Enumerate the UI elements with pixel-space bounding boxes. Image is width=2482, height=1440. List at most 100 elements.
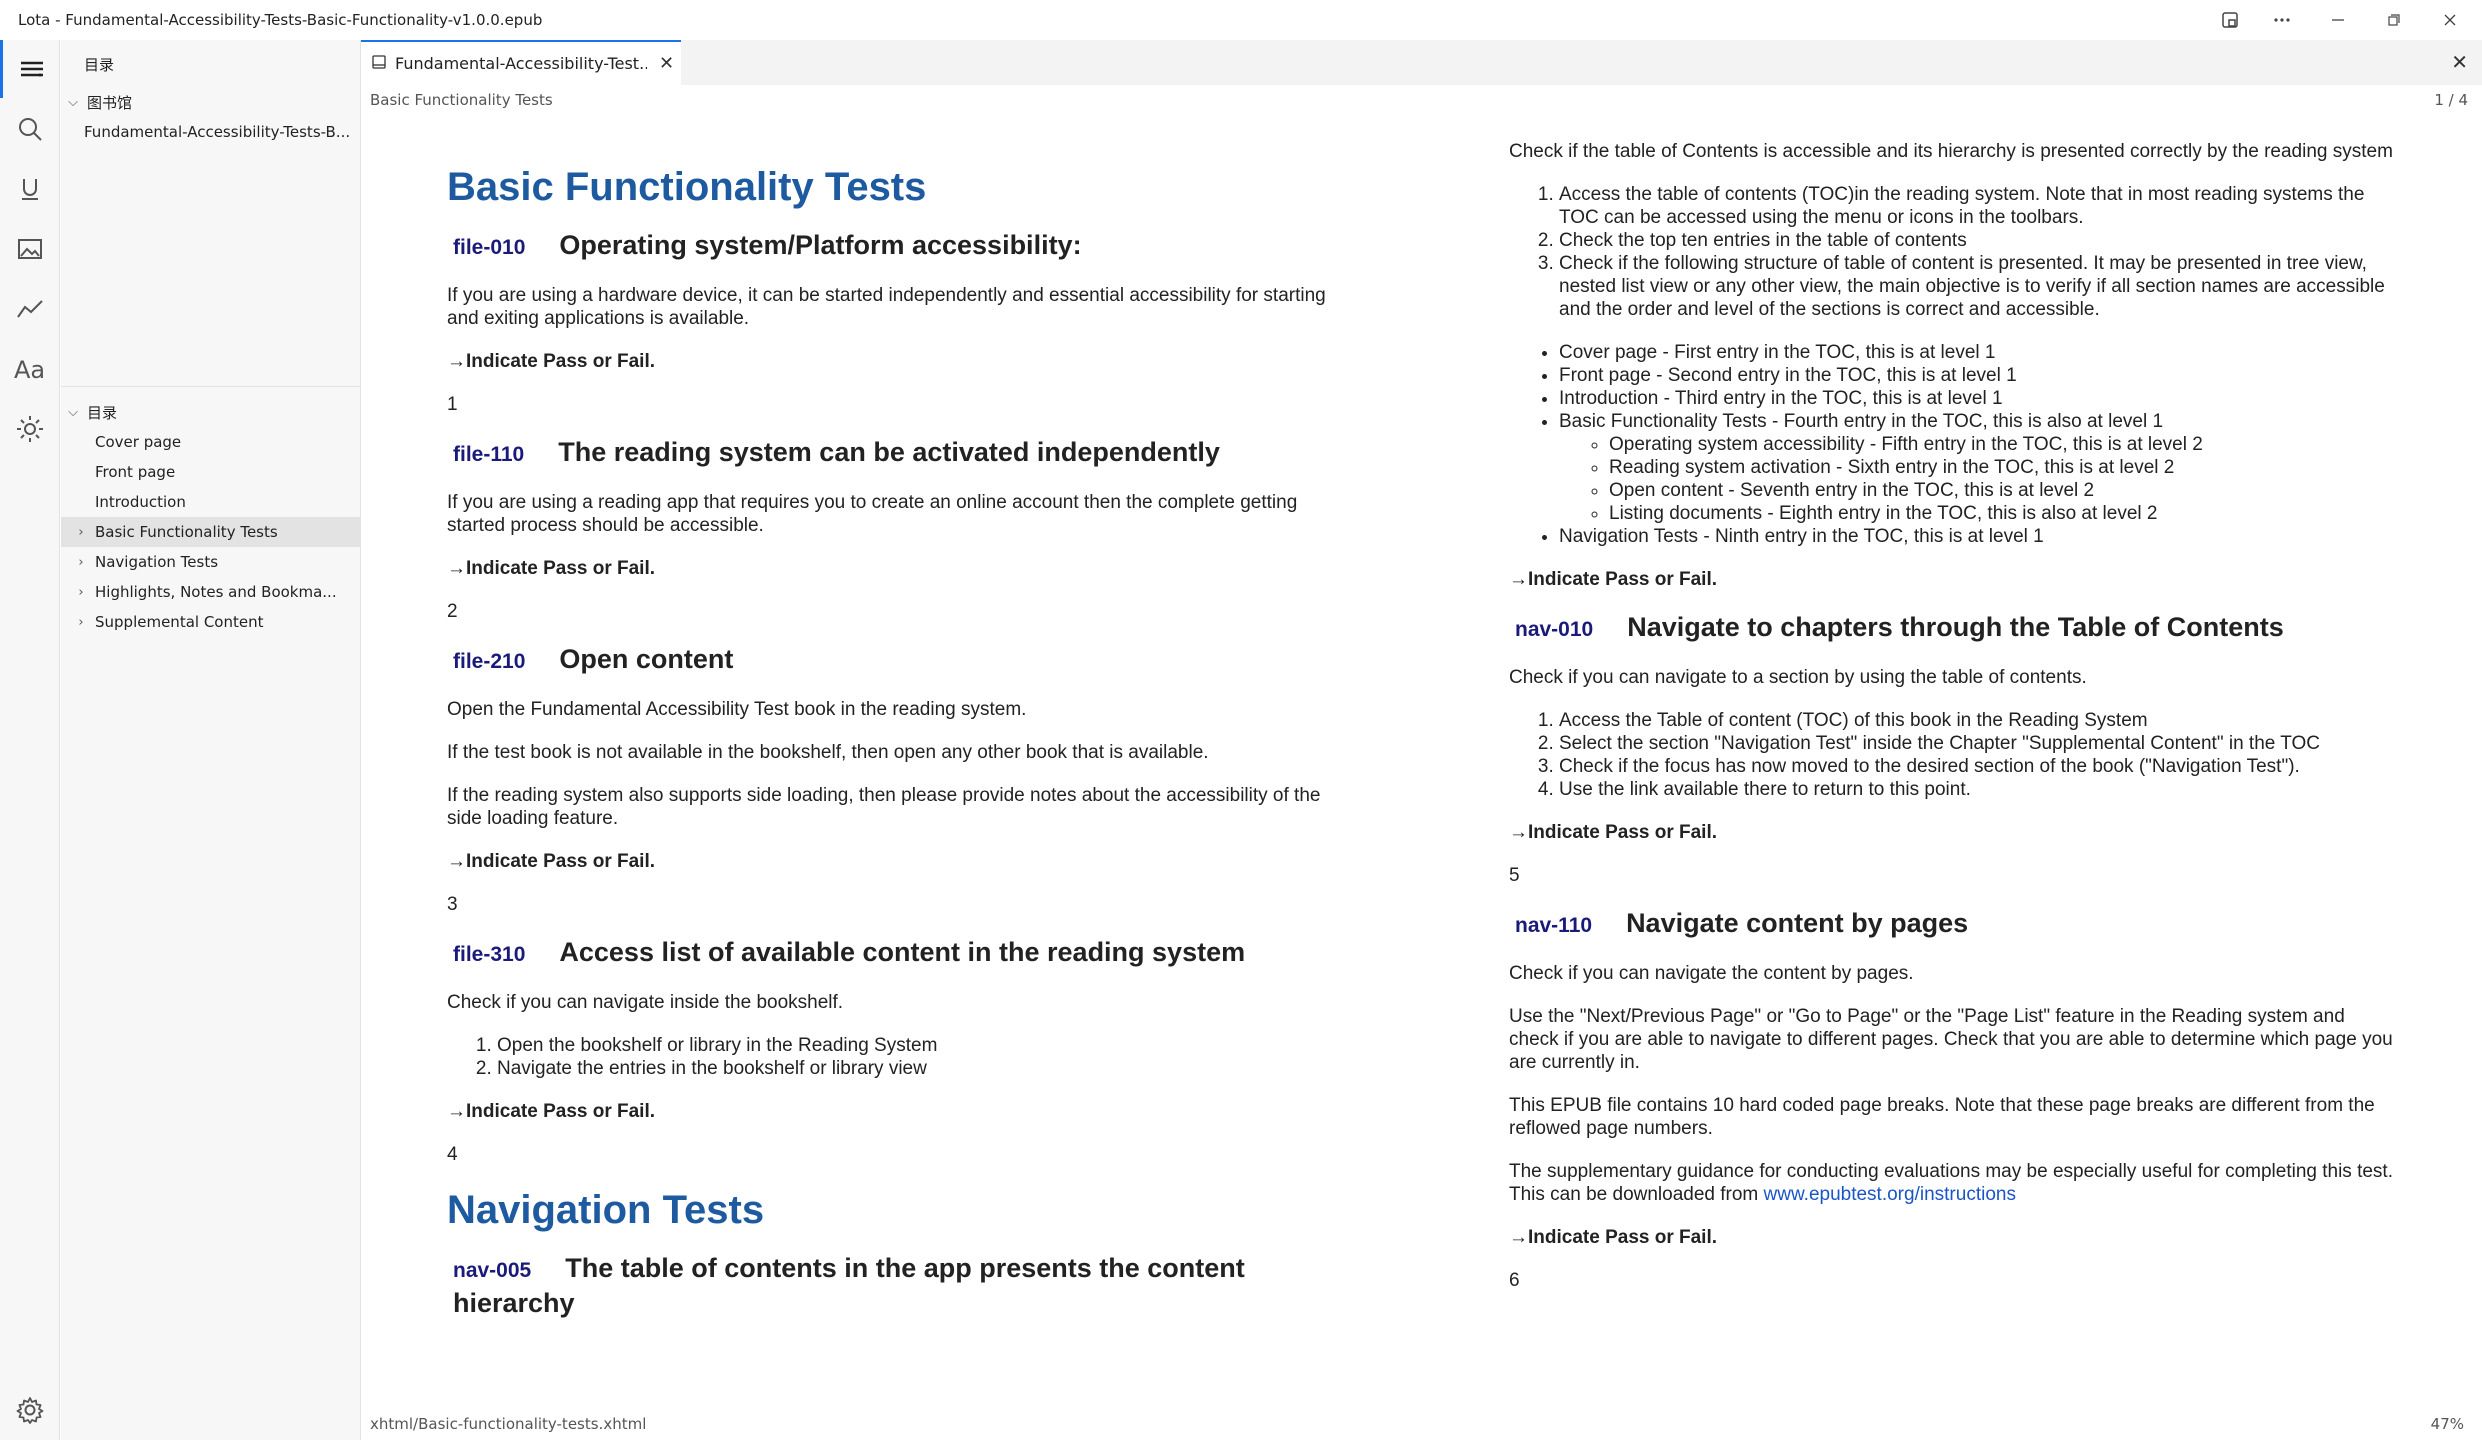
more-icon[interactable] <box>2262 6 2302 34</box>
library-label: 图书馆 <box>87 93 133 112</box>
left-page: Basic Functionality Tests file-010 Operat… <box>447 155 1337 1339</box>
section-title: Navigate content by pages <box>1626 908 1969 938</box>
toc-item-highlights[interactable]: › Highlights, Notes and Bookma... <box>61 577 360 607</box>
paragraph: Check if you can navigate inside the boo… <box>447 992 844 1013</box>
close-window-icon[interactable] <box>2430 6 2470 34</box>
underline-icon[interactable] <box>0 160 60 218</box>
list-item: Access the table of contents (TOC)in the… <box>1559 183 2399 229</box>
test-code: file-110 <box>453 443 525 466</box>
toc-section[interactable]: ⌵ 目录 <box>61 397 360 427</box>
section-heading: file-010 Operating system/Platform access… <box>453 229 1337 264</box>
right-page: Check if the table of Contents is access… <box>1509 140 2399 1312</box>
section-heading: file-110 The reading system can be activa… <box>453 436 1337 471</box>
paragraph: This EPUB file contains 10 hard coded pa… <box>1509 1095 2375 1139</box>
status-zoom: 47% <box>2430 1415 2464 1433</box>
section-title: The table of contents in the app present… <box>453 1253 1245 1318</box>
paragraph: Open the Fundamental Accessibility Test … <box>447 699 1027 720</box>
theme-icon[interactable] <box>0 400 60 458</box>
list-item: Open content - Seventh entry in the TOC,… <box>1609 479 2399 502</box>
pass-fail-prompt: →Indicate Pass or Fail. <box>447 1101 656 1122</box>
library-section[interactable]: ⌵ 图书馆 <box>61 87 360 117</box>
section-heading: nav-005 The table of contents in the app … <box>453 1252 1337 1319</box>
section-title: Operating system/Platform accessibility: <box>559 230 1082 260</box>
test-code: file-210 <box>453 650 526 673</box>
list-item: Basic Functionality Tests - Fourth entry… <box>1559 410 2399 525</box>
list-item: Select the section "Navigation Test" ins… <box>1559 732 2399 755</box>
chapter-heading: Navigation Tests <box>447 1188 765 1232</box>
chapter-heading: Basic Functionality Tests <box>447 165 927 209</box>
tab-bar: Fundamental-Accessibility-Test... ✕ ✕ <box>361 40 2482 85</box>
statistics-icon[interactable] <box>0 280 60 338</box>
tab-close-icon[interactable]: ✕ <box>659 53 674 74</box>
list-item: Check if the following structure of tabl… <box>1559 252 2399 321</box>
pass-fail-prompt: →Indicate Pass or Fail. <box>447 351 656 372</box>
toc-item-label: Introduction <box>95 493 186 511</box>
toc-item-label: Supplemental Content <box>95 613 264 631</box>
list-item: Check the top ten entries in the table o… <box>1559 229 2399 252</box>
title-bar: Lota - Fundamental-Accessibility-Tests-B… <box>0 0 2482 40</box>
library-item-label: Fundamental-Accessibility-Tests-B... <box>84 123 351 141</box>
typography-icon[interactable]: Aa <box>0 340 60 398</box>
section-heading: nav-010 Navigate to chapters through the … <box>1515 611 2399 646</box>
toc-icon[interactable] <box>0 40 60 98</box>
activity-bar: Aa <box>0 40 60 1440</box>
image-icon[interactable] <box>0 220 60 278</box>
paragraph: Check if you can navigate the content by… <box>1509 963 1914 984</box>
breadcrumb: Basic Functionality Tests <box>370 91 553 109</box>
restore-icon[interactable] <box>2374 6 2414 34</box>
list-item: Reading system activation - Sixth entry … <box>1609 456 2399 479</box>
chevron-right-icon: › <box>78 554 84 570</box>
svg-text:Aa: Aa <box>14 356 45 383</box>
test-code: nav-110 <box>1515 914 1593 937</box>
steps-list: Access the Table of content (TOC) of thi… <box>1509 709 2399 801</box>
list-item: Navigate the entries in the bookshelf or… <box>497 1057 1337 1080</box>
tablet-mode-icon[interactable] <box>2210 6 2250 34</box>
section-title: Access list of available content in the … <box>559 937 1246 967</box>
chevron-right-icon: › <box>78 614 84 630</box>
instructions-link[interactable]: www.epubtest.org/instructions <box>1764 1184 2016 1205</box>
tab-book[interactable]: Fundamental-Accessibility-Test... ✕ <box>361 40 681 85</box>
close-editor-icon[interactable]: ✕ <box>2451 50 2468 74</box>
minimize-icon[interactable] <box>2318 6 2358 34</box>
page-count: 1 / 4 <box>2434 91 2468 109</box>
steps-list: Access the table of contents (TOC)in the… <box>1509 183 2399 321</box>
page-number: 2 <box>447 601 458 622</box>
library-item[interactable]: Fundamental-Accessibility-Tests-B... <box>61 117 360 147</box>
window-title: Lota - Fundamental-Accessibility-Tests-B… <box>18 11 543 29</box>
paragraph: The supplementary guidance for conductin… <box>1509 1160 2399 1206</box>
section-heading: file-310 Access list of available content… <box>453 936 1337 971</box>
pass-fail-prompt: →Indicate Pass or Fail. <box>1509 822 1718 843</box>
toc-item-introduction[interactable]: Introduction <box>61 487 360 517</box>
toc-item-basic-functionality[interactable]: › Basic Functionality Tests <box>61 517 360 547</box>
test-code: nav-010 <box>1515 618 1594 641</box>
toc-item-label: Basic Functionality Tests <box>95 523 278 541</box>
test-code: file-310 <box>453 943 526 966</box>
tab-label: Fundamental-Accessibility-Test... <box>395 54 647 73</box>
section-title: The reading system can be activated inde… <box>558 437 1220 467</box>
chevron-right-icon: › <box>78 584 84 600</box>
settings-gear-icon[interactable] <box>0 1380 60 1440</box>
chevron-right-icon: › <box>78 524 84 540</box>
pass-fail-prompt: →Indicate Pass or Fail. <box>1509 569 1718 590</box>
toc-label: 目录 <box>87 403 118 422</box>
search-icon[interactable] <box>0 100 60 158</box>
section-title: Open content <box>559 644 734 674</box>
toc-item-supplemental[interactable]: › Supplemental Content <box>61 607 360 637</box>
sidebar-title: 目录 <box>84 56 115 74</box>
section-title: Navigate to chapters through the Table o… <box>1627 612 2284 642</box>
toc-item-cover-page[interactable]: Cover page <box>61 427 360 457</box>
list-item: Operating system accessibility - Fifth e… <box>1609 433 2399 456</box>
paragraph: Check if the table of Contents is access… <box>1509 141 2393 162</box>
sidebar-divider <box>61 386 360 387</box>
page-number: 1 <box>447 394 458 415</box>
nested-list: Operating system accessibility - Fifth e… <box>1559 433 2399 525</box>
toc-item-front-page[interactable]: Front page <box>61 457 360 487</box>
list-item: Navigation Tests - Ninth entry in the TO… <box>1559 525 2399 548</box>
paragraph: If you are using a hardware device, it c… <box>447 285 1326 329</box>
toc-item-navigation-tests[interactable]: › Navigation Tests <box>61 547 360 577</box>
paragraph: Check if you can navigate to a section b… <box>1509 667 2087 688</box>
list-item-text: Basic Functionality Tests - Fourth entry… <box>1559 411 2164 432</box>
book-icon <box>371 54 387 74</box>
section-heading: file-210 Open content <box>453 643 1337 678</box>
chevron-down-icon: ⌵ <box>68 94 78 110</box>
